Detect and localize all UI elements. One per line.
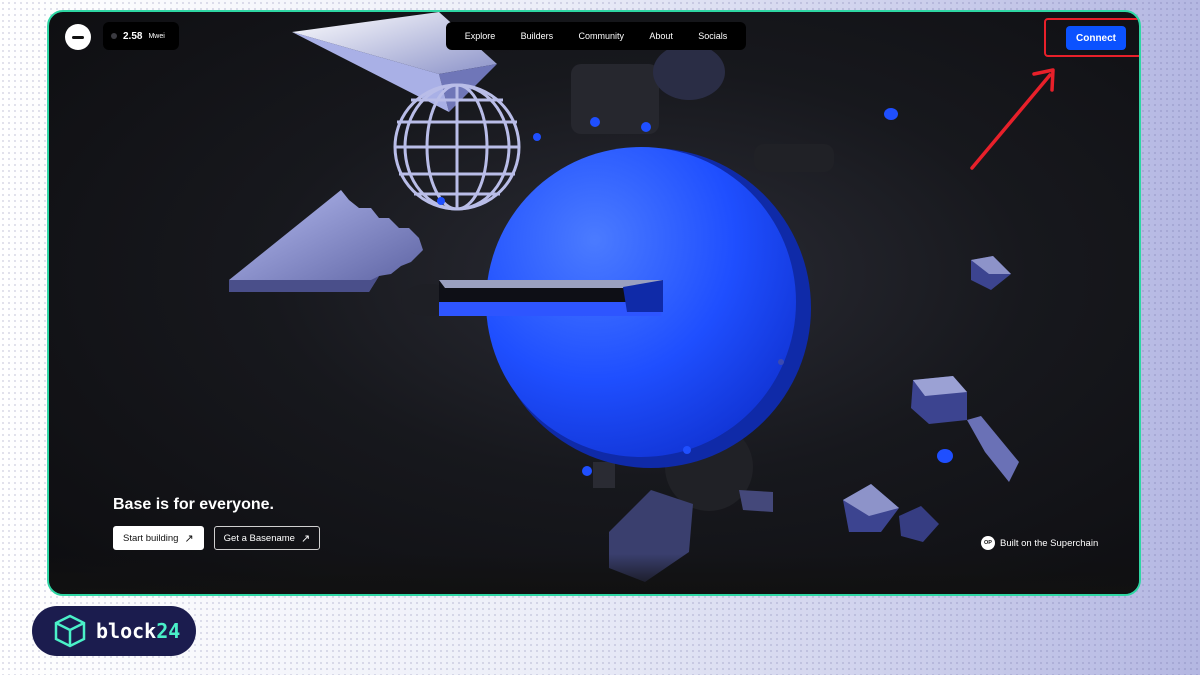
- block24-watermark: block24: [32, 606, 196, 656]
- block24-wordmark: block24: [96, 619, 180, 643]
- brand-prefix: block: [96, 619, 157, 643]
- cube-logo-icon: [54, 614, 86, 648]
- red-arrow-annotation: [970, 68, 1055, 170]
- brand-suffix: 24: [156, 619, 181, 643]
